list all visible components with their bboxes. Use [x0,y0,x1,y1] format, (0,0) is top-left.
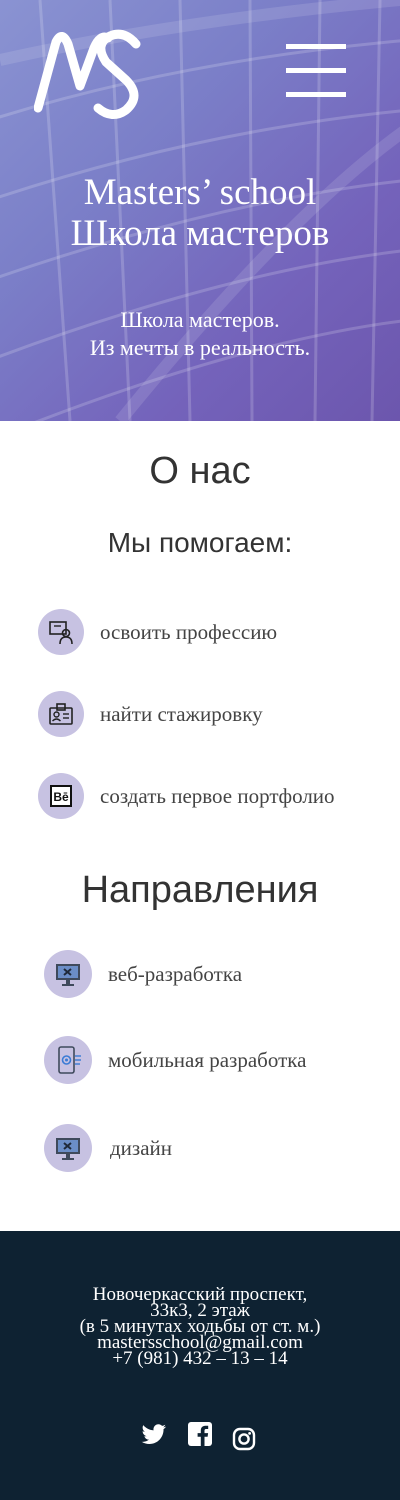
mobile-settings-icon [44,1036,92,1084]
footer-contacts: Новочеркасский проспект, 33к3, 2 этаж (в… [0,1285,400,1368]
direction-item-label: мобильная разработка [108,1047,307,1072]
hero-subtitle-line1: Школа мастеров. [120,307,280,332]
direction-item[interactable]: веб-разработка [44,950,242,998]
ms-logo-icon [33,29,141,119]
about-item: Bē создать первое портфолио [38,773,335,819]
teacher-board-icon [38,609,84,655]
id-badge-icon [38,691,84,737]
about-item-label: освоить профессию [100,619,278,644]
direction-item-label: дизайн [110,1135,173,1160]
directions-title: Направления [81,869,319,911]
ms-logo[interactable] [33,28,146,120]
phone-link[interactable]: +7 (981) 432 – 13 – 14 [0,1349,400,1368]
menu-icon[interactable] [286,44,346,98]
monitor-tools-icon [44,950,92,998]
hero-title: Masters’ school Школа мастеров [0,172,400,254]
behance-icon: Bē [38,773,84,819]
monitor-design-icon [44,1124,92,1172]
svg-text:Bē: Bē [53,790,69,804]
about-title: О нас [149,450,251,492]
menu-bar [286,68,346,73]
instagram-icon[interactable] [232,1427,256,1451]
about-item: найти стажировку [38,691,263,737]
direction-item[interactable]: мобильная разработка [44,1036,306,1084]
facebook-icon[interactable] [188,1422,212,1446]
direction-item-label: веб-разработка [108,961,243,986]
hero-subtitle-line2: Из мечты в реальность. [89,335,311,360]
footer: Новочеркасский проспект, 33к3, 2 этаж (в… [0,1231,400,1500]
menu-bar [286,44,346,49]
about-item: освоить профессию [38,609,277,655]
help-title: Мы помогаем: [107,527,293,558]
about-item-label: создать первое портфолио [100,783,335,808]
twitter-icon[interactable] [141,1424,167,1446]
direction-item[interactable]: дизайн [44,1124,172,1172]
hero-banner: Masters’ school Школа мастеров Школа мас… [0,0,400,421]
hero-subtitle: Школа мастеров. Из мечты в реальность. [0,306,400,362]
hero-title-line2: Школа мастеров [70,213,330,254]
about-item-label: найти стажировку [100,701,263,726]
hero-title-line1: Masters’ school [83,172,317,213]
menu-bar [286,92,346,97]
